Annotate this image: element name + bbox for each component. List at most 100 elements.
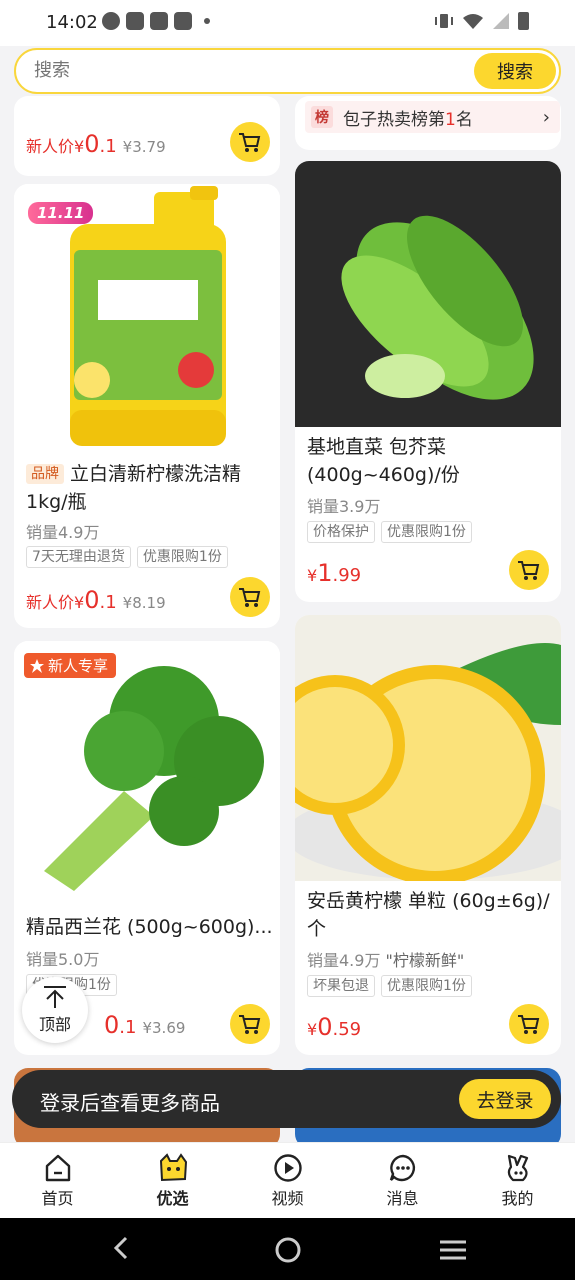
product-name: 基地直菜 包芥菜 (400g~460g)/份 [307, 436, 460, 486]
signal-icon [493, 13, 509, 29]
vibrate-icon [435, 14, 453, 28]
status-time: 14:02 [46, 12, 98, 33]
product-image-detergent [14, 184, 280, 454]
search-button[interactable]: 搜索 [474, 53, 556, 89]
tag: 优惠限购1份 [136, 546, 228, 568]
product-tags: 坏果包退 优惠限购1份 [307, 975, 472, 997]
price: ¥ 1.99 [307, 559, 361, 587]
chevron-right-icon: › [542, 106, 550, 128]
price: 新人价 ¥ 0.1 ¥8.19 [26, 586, 166, 614]
mascot-icon [159, 1153, 187, 1182]
tab-label: 我的 [501, 1189, 534, 1208]
price-integer: 0 [84, 130, 100, 158]
brand-badge: 品牌 [26, 464, 64, 484]
app-notification-icon [150, 12, 168, 30]
rank-suffix: 名 [455, 109, 473, 130]
system-navigation-bar [0, 1218, 575, 1280]
arrow-up-icon [44, 986, 66, 1008]
cart-icon [239, 588, 261, 607]
sales-count: 销量5.0万 [26, 950, 100, 969]
home-circle-icon[interactable] [274, 1236, 302, 1264]
product-name: 精品西兰花 (500g~600g)... [26, 916, 273, 938]
tab-label: 消息 [386, 1189, 419, 1208]
price-integer: 0 [84, 586, 100, 614]
new-user-price-label: 新人价 [26, 137, 75, 156]
price: 0.1 ¥3.69 [104, 1011, 185, 1039]
play-icon [273, 1154, 302, 1182]
rank-text: 包子热卖榜第1名 [343, 105, 473, 130]
message-icon [389, 1154, 415, 1182]
currency: ¥ [74, 137, 85, 156]
new-user-exclusive-label: 新人专享 [48, 657, 109, 675]
tag: 优惠限购1份 [381, 521, 472, 543]
back-icon[interactable] [108, 1234, 136, 1262]
add-to-cart-button[interactable] [509, 1004, 549, 1044]
product-card[interactable]: 11.11 品牌 立白清新柠檬洗洁精1kg/瓶 销量4.9万 7天无理由退货 优惠… [14, 184, 280, 628]
add-to-cart-button[interactable] [230, 122, 270, 162]
ranking-link[interactable]: 榜 包子热卖榜第1名 › [305, 101, 560, 133]
notification-icons [102, 12, 210, 30]
home-icon [45, 1154, 70, 1182]
app-notification-icon [174, 12, 192, 30]
product-card-partial[interactable]: 新人价 ¥ 0.1 ¥3.79 [14, 96, 280, 176]
sales-count: 销量4.9万 "柠檬新鲜" [307, 947, 464, 971]
currency: ¥ [307, 1020, 318, 1039]
original-price: ¥3.79 [122, 138, 166, 156]
cart-icon [518, 561, 540, 580]
login-banner: 登录后查看更多商品 去登录 [12, 1070, 561, 1128]
status-bar: 14:02 [0, 0, 575, 46]
rank-badge-icon: 榜 [311, 106, 333, 128]
price-integer: 0 [104, 1011, 120, 1039]
product-name: 品牌 立白清新柠檬洗洁精1kg/瓶 [26, 460, 268, 516]
product-card[interactable]: 基地直菜 包芥菜 (400g~460g)/份 销量3.9万 价格保护 优惠限购1… [295, 161, 561, 602]
currency: ¥ [74, 593, 85, 612]
tab-messages[interactable]: 消息 [345, 1143, 460, 1218]
tag: 优惠限购1份 [381, 975, 472, 997]
sales-count: 销量4.9万 [26, 523, 100, 542]
wifi-icon [463, 14, 483, 29]
system-icons [434, 12, 529, 30]
tab-home[interactable]: 首页 [0, 1143, 115, 1218]
product-image-mustard-greens [295, 161, 561, 427]
price-decimal: .1 [99, 592, 117, 613]
tag: 价格保护 [307, 521, 375, 543]
new-user-price-label: 新人价 [26, 593, 75, 612]
price-decimal: .1 [119, 1017, 137, 1038]
product-image-broccoli [14, 641, 280, 907]
search-input[interactable] [34, 60, 454, 81]
cart-icon [239, 1015, 261, 1034]
battery-icon [518, 12, 529, 30]
sales-count: 销量3.9万 [307, 497, 381, 516]
add-to-cart-button[interactable] [509, 550, 549, 590]
tab-video[interactable]: 视频 [230, 1143, 345, 1218]
price-decimal: .99 [332, 565, 362, 586]
promo-badge-1111: 11.11 [28, 202, 94, 224]
sales-value: 销量4.9万 [307, 951, 381, 970]
more-notifications-icon [204, 18, 210, 24]
product-image-lemon [295, 615, 561, 881]
back-to-top-button[interactable]: 顶部 [22, 977, 88, 1043]
price-decimal: .1 [99, 136, 117, 157]
original-price: ¥8.19 [122, 594, 166, 612]
bottom-tab-bar: 首页 优选 视频 消息 我的 [0, 1142, 575, 1218]
cart-icon [239, 133, 261, 152]
product-tags: 价格保护 优惠限购1份 [307, 521, 472, 543]
cart-icon [518, 1015, 540, 1034]
product-card[interactable]: 安岳黄柠檬 单粒 (60g±6g)/个 销量4.9万 "柠檬新鲜" 坏果包退 优… [295, 615, 561, 1055]
search-bar: 搜索 [14, 48, 561, 94]
tab-profile[interactable]: 我的 [460, 1143, 575, 1218]
product-card-partial[interactable]: 榜 包子热卖榜第1名 › [295, 96, 561, 150]
price-integer: 0 [317, 1013, 333, 1041]
add-to-cart-button[interactable] [230, 1004, 270, 1044]
price-integer: 1 [317, 559, 333, 587]
original-price: ¥3.69 [142, 1019, 186, 1037]
login-button[interactable]: 去登录 [459, 1079, 551, 1119]
tab-featured[interactable]: 优选 [115, 1143, 230, 1218]
tag: 7天无理由退货 [26, 546, 131, 568]
price-decimal: .59 [332, 1019, 362, 1040]
add-to-cart-button[interactable] [230, 577, 270, 617]
recents-icon[interactable] [438, 1238, 468, 1262]
star-icon [30, 658, 44, 673]
app-notification-icon [126, 12, 144, 30]
price: ¥ 0.59 [307, 1013, 361, 1041]
